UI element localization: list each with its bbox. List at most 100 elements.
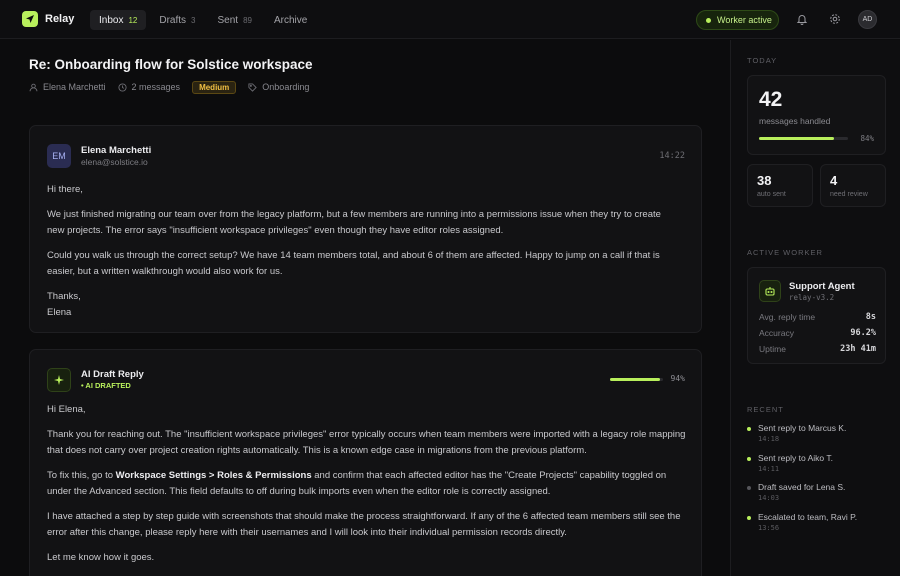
worker-status-pill[interactable]: Worker active (696, 10, 779, 30)
thread-meta: Elena Marchetti 2 messages Medium Onboar… (29, 80, 309, 94)
worker-stat-row: Uptime 23h 41m (759, 344, 876, 354)
confidence-bar (610, 378, 663, 381)
handled-progress-fill (759, 137, 834, 140)
message-paragraph: Thanks, (47, 291, 81, 302)
recent-dot (747, 427, 751, 431)
message-paragraph: Elena (47, 307, 72, 318)
thread-subject: Re: Onboarding flow for Solstice workspa… (29, 57, 313, 72)
sender-avatar: EM (47, 144, 71, 168)
draft-text: To fix this, go to (47, 470, 116, 481)
stat-label: Avg. reply time (759, 312, 816, 322)
confidence-value: 94% (670, 374, 685, 383)
worker-status-label: Worker active (717, 15, 772, 25)
status-dot (706, 17, 711, 23)
confidence-bar-fill (610, 378, 660, 381)
recent-text: Draft saved for Lena S. (758, 482, 846, 492)
draft-paragraph: Hi Elena, (47, 404, 86, 415)
message-body: Hi there, We just finished migrating our… (47, 182, 677, 330)
draft-paragraph: To fix this, go to Workspace Settings > … (47, 468, 692, 500)
stat-label: Accuracy (759, 328, 794, 338)
nav-tabs: Inbox 12 Drafts 3 Sent 89 Archive (90, 10, 316, 30)
tab-label: Sent (217, 14, 239, 26)
worker-stat-row: Avg. reply time 8s (759, 312, 876, 322)
robot-icon (759, 280, 781, 302)
sender-email: elena@solstice.io (81, 157, 148, 167)
recent-time: 13:56 (758, 523, 780, 532)
priority-badge[interactable]: Medium (192, 80, 237, 94)
section-title-worker: ACTIVE WORKER (747, 248, 823, 257)
worker-version: relay-v3.2 (789, 293, 835, 302)
meta-sender: Elena Marchetti (29, 82, 106, 92)
meta-sender-name: Elena Marchetti (43, 82, 106, 92)
recent-text: Sent reply to Aiko T. (758, 452, 833, 463)
right-sidebar: TODAY 42 messages handled 84% 38 auto se… (730, 40, 900, 576)
draft-paragraph: Let me know how it goes. (47, 552, 155, 563)
recent-time: 14:18 (758, 435, 780, 443)
tag-icon (248, 82, 258, 92)
handled-progress (759, 137, 848, 140)
draft-title: AI Draft Reply (81, 369, 144, 380)
draft-paragraph: I have attached a step by step guide wit… (47, 511, 681, 538)
meta-tag[interactable]: Onboarding (248, 82, 309, 92)
auto-sent-card: 38 auto sent (747, 164, 813, 207)
tab-label: Inbox (99, 14, 124, 26)
need-review-card[interactable]: 4 need review (820, 164, 886, 207)
tab-sent[interactable]: Sent 89 (209, 10, 261, 30)
draft-paragraph: Thank you for reaching out. The "insuffi… (47, 429, 686, 456)
tab-label: Archive (273, 14, 308, 26)
message-time: 14:22 (659, 151, 685, 161)
stat-label: Uptime (759, 344, 786, 354)
draft-status: • AI DRAFTED (81, 381, 131, 390)
worker-stat-row: Accuracy 96.2% (759, 328, 876, 338)
recent-time: 14:03 (758, 494, 780, 502)
recent-text: Sent reply to Marcus K. (758, 423, 847, 433)
handled-stat-card: 42 messages handled 84% (747, 75, 886, 155)
auto-sent-label: auto sent (757, 191, 786, 198)
auto-sent-count: 38 (757, 173, 772, 188)
tab-inbox[interactable]: Inbox 12 (90, 10, 147, 30)
message-paragraph: Hi there, (47, 184, 83, 195)
tab-count: 3 (191, 15, 196, 25)
ai-draft-card: AI Draft Reply • AI DRAFTED 94% Hi Elena… (29, 349, 702, 576)
message-paragraph: We just finished migrating our team over… (47, 209, 661, 236)
stat-value: 96.2% (850, 328, 876, 338)
stat-value: 8s (865, 312, 876, 322)
recent-dot (747, 486, 751, 490)
settings-path: Workspace Settings > Roles & Permissions (115, 470, 312, 481)
logo-send-icon[interactable] (22, 11, 38, 27)
recent-dot (747, 515, 751, 520)
worker-name: Support Agent (789, 281, 855, 292)
meta-count: 2 messages (117, 82, 181, 92)
section-title-recent: RECENT (747, 405, 784, 414)
user-icon (29, 83, 38, 91)
tag-label: Onboarding (262, 82, 310, 92)
handled-label: messages handled (759, 116, 831, 126)
user-avatar[interactable]: AD (858, 10, 877, 29)
draft-body[interactable]: Hi Elena, Thank you for reaching out. Th… (47, 402, 692, 575)
recent-time: 14:11 (758, 464, 780, 473)
thread-view: Re: Onboarding flow for Solstice workspa… (0, 40, 730, 576)
section-title-today: TODAY (747, 56, 778, 65)
tab-archive[interactable]: Archive (265, 10, 316, 30)
tab-label: Drafts (159, 14, 187, 26)
tab-count: 12 (128, 15, 138, 25)
app-name: Relay (45, 13, 75, 25)
need-review-label: need review (830, 191, 868, 198)
recent-dot (747, 456, 751, 461)
need-review-count: 4 (830, 173, 838, 188)
handled-pct: 84% (860, 134, 874, 143)
message-paragraph: Could you walk us through the correct se… (47, 250, 660, 277)
sender-name: Elena Marchetti (81, 145, 152, 156)
worker-card[interactable]: Support Agent relay-v3.2 Avg. reply time… (747, 267, 886, 364)
handled-count: 42 (759, 88, 783, 111)
bell-icon[interactable] (795, 12, 809, 26)
recent-text: Escalated to team, Ravi P. (758, 511, 858, 522)
gear-icon[interactable] (828, 12, 842, 26)
tab-count: 89 (243, 15, 252, 25)
message-count: 2 messages (131, 82, 181, 92)
top-bar: Relay Inbox 12 Drafts 3 Sent 89 Archive … (0, 0, 900, 39)
tab-drafts[interactable]: Drafts 3 (150, 10, 204, 30)
clock-icon (117, 82, 127, 92)
sparkle-icon (47, 368, 71, 392)
stat-value: 23h 41m (840, 344, 876, 354)
